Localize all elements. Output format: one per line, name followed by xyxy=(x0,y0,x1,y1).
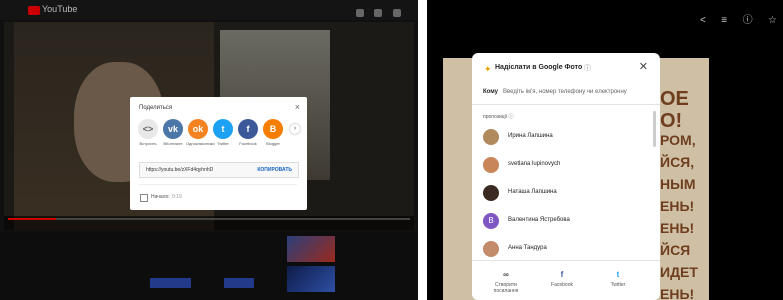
share-service-label: Встроить xyxy=(139,141,157,146)
poster-text: ИДЕТ xyxy=(660,264,698,280)
start-at-checkbox[interactable] xyxy=(140,194,148,202)
link-icon: ∞ xyxy=(503,270,509,279)
poster-text: ОЕ xyxy=(660,88,689,110)
scrollbar[interactable] xyxy=(653,111,656,147)
odnoklassniki-icon: ok xyxy=(188,119,208,139)
embed-icon: <> xyxy=(138,119,158,139)
share-link-text[interactable]: https://youtu.be/zXFd4qyhnhD xyxy=(146,167,213,173)
avatar xyxy=(483,241,499,257)
dialog-title: Надіслати в Google Фото xyxy=(495,64,583,71)
share-vk-button[interactable]: vk ВКонтакте xyxy=(161,119,185,149)
video-progress-bar[interactable] xyxy=(8,218,410,220)
twitter-icon: t xyxy=(213,119,233,139)
youtube-screenshot: YouTube Поделиться × › <> Встроить vk ВК… xyxy=(0,0,418,300)
poster-text: НЫМ xyxy=(660,176,696,192)
poster-text: ЕНЬ! xyxy=(660,198,695,214)
video-info-area xyxy=(0,232,418,300)
contact-name: Валентина Ястребова xyxy=(508,217,570,223)
share-icon[interactable]: < xyxy=(700,15,706,26)
contact-name: Наташа Лапшина xyxy=(508,189,557,195)
share-service-label: ВКонтакте xyxy=(163,141,183,146)
share-embed-button[interactable]: <> Встроить xyxy=(136,119,160,149)
action-label: Facebook xyxy=(551,282,573,288)
facebook-action-button[interactable]: f Facebook xyxy=(542,270,582,288)
google-photos-icon: ✦ xyxy=(484,64,492,74)
share-odnoklassniki-button[interactable]: ok Одноклассники xyxy=(186,119,215,149)
share-service-label: Blogger xyxy=(266,141,280,146)
bell-icon[interactable] xyxy=(392,9,401,17)
tune-icon[interactable]: ≡ xyxy=(721,15,727,26)
facebook-icon: f xyxy=(238,119,258,139)
dialog-header: ✦ Надіслати в Google Фото ⓘ ✕ xyxy=(472,53,660,85)
chevron-right-icon[interactable]: › xyxy=(290,124,300,134)
start-time-value[interactable]: 0:19 xyxy=(172,194,182,200)
twitter-icon: t xyxy=(616,270,620,279)
share-dialog: Поделиться × › <> Встроить vk ВКонтакте ok Од… xyxy=(130,97,307,210)
share-dialog-title: Поделиться xyxy=(139,105,173,111)
poster-text: ЙСЯ, xyxy=(660,154,695,170)
related-video-thumb[interactable] xyxy=(287,236,335,262)
avatar xyxy=(483,185,499,201)
contact-item[interactable]: svetlana lupinovych xyxy=(483,157,653,175)
share-service-label: Facebook xyxy=(239,141,257,146)
action-button-placeholder[interactable] xyxy=(224,278,255,288)
copy-button[interactable]: КОПИРОВАТЬ xyxy=(257,167,292,173)
contact-item[interactable]: Наташа Лапшина xyxy=(483,185,653,203)
youtube-play-icon xyxy=(28,6,40,15)
share-service-label: Одноклассники xyxy=(186,141,215,146)
video-controls xyxy=(4,216,414,230)
avatar xyxy=(483,129,499,145)
action-label: Twitter xyxy=(610,282,626,288)
share-services: › <> Встроить vk ВКонтакте ok Одноклассники t T… xyxy=(136,119,301,149)
contact-name: Анна Тандура xyxy=(508,245,547,251)
divider xyxy=(472,104,660,105)
twitter-action-button[interactable]: t Twitter xyxy=(598,270,638,288)
close-icon[interactable]: × xyxy=(295,102,300,112)
to-label: Кому xyxy=(483,89,498,95)
avatar: В xyxy=(483,213,499,229)
poster-text: О! xyxy=(660,110,683,132)
share-twitter-button[interactable]: t Twitter xyxy=(211,119,235,149)
share-facebook-button[interactable]: f Facebook xyxy=(236,119,260,149)
divider xyxy=(139,184,297,185)
contact-item[interactable]: Анна Тандура xyxy=(483,241,653,259)
info-icon[interactable]: ⓘ xyxy=(743,11,753,26)
blogger-icon: B xyxy=(263,119,283,139)
suggestions-label: пропозиції ⓘ xyxy=(483,114,514,120)
share-actions: ∞ Створити посилання f Facebook t Twitter xyxy=(472,260,660,300)
close-icon[interactable]: ✕ xyxy=(639,60,648,73)
action-label: Створити посилання xyxy=(493,282,519,294)
apps-icon[interactable] xyxy=(374,9,383,17)
share-service-label: Twitter xyxy=(217,141,229,146)
youtube-logo[interactable]: YouTube xyxy=(28,4,77,16)
recipient-input[interactable]: Введіть ім'я, номер телефону чи електрон… xyxy=(503,89,627,95)
poster-text: ЕНЬ! xyxy=(660,286,695,300)
link-action-button[interactable]: ∞ Створити посилання xyxy=(486,270,526,294)
contact-name: svetlana lupinovych xyxy=(508,161,561,167)
send-to-photos-dialog: ✦ Надіслати в Google Фото ⓘ ✕ Кому Введі… xyxy=(472,53,660,300)
start-at-label: Начало: xyxy=(151,194,170,200)
photo-toolbar: < ≡ ⓘ ☆ xyxy=(689,10,777,26)
poster-text: ЙСЯ xyxy=(660,242,691,258)
facebook-icon: f xyxy=(560,270,564,279)
share-link-box: https://youtu.be/zXFd4qyhnhD КОПИРОВАТЬ xyxy=(139,162,299,178)
google-photos-screenshot: < ≡ ⓘ ☆ ОЕ О! РОМ, ЙСЯ, НЫМ ЕНЬ! ЕНЬ! ЙСЯ ИДЕТ ЕН… xyxy=(427,0,783,300)
vk-icon: vk xyxy=(163,119,183,139)
camera-icon[interactable] xyxy=(356,9,364,17)
topbar-icons xyxy=(350,4,410,35)
poster-text: РОМ, xyxy=(660,132,696,148)
share-blogger-button[interactable]: B Blogger xyxy=(261,119,285,149)
poster-text: ЕНЬ! xyxy=(660,220,695,236)
contact-name: Ирина Лапшина xyxy=(508,133,553,139)
help-icon[interactable]: ⓘ xyxy=(584,63,591,73)
contact-item[interactable]: Ирина Лапшина xyxy=(483,129,653,147)
avatar xyxy=(483,157,499,173)
contact-item[interactable]: В Валентина Ястребова xyxy=(483,213,653,231)
youtube-topbar: YouTube xyxy=(0,0,418,35)
related-video-thumb[interactable] xyxy=(287,266,335,292)
subscribe-button-placeholder[interactable] xyxy=(150,278,192,288)
star-icon[interactable]: ☆ xyxy=(768,15,777,26)
